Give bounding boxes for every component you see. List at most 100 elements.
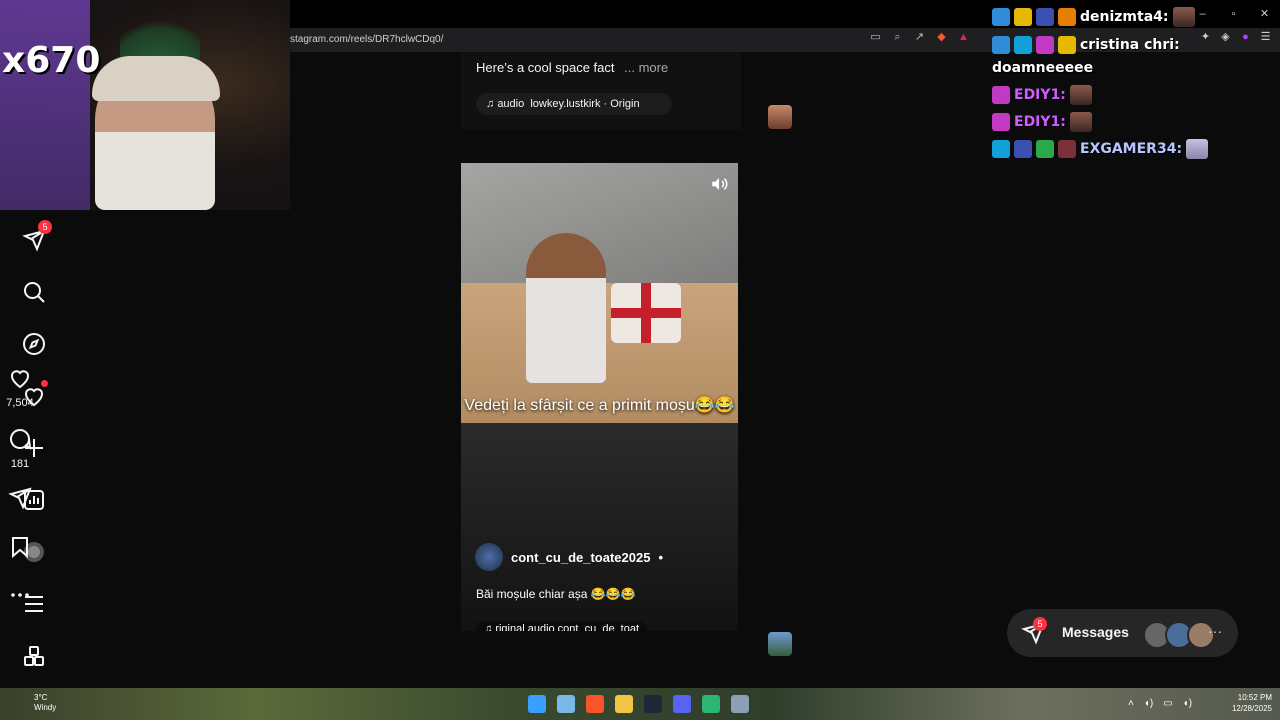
badge-icon xyxy=(992,86,1010,104)
clock-time: 10:52 PM xyxy=(1237,693,1272,702)
discord-icon[interactable] xyxy=(673,695,691,713)
comment-button[interactable]: 181 xyxy=(0,427,40,470)
share-icon[interactable]: ↗ xyxy=(913,31,926,44)
reel-audio[interactable]: ♫ riginal audio cont_cu_de_toat xyxy=(476,621,648,631)
screen-icon[interactable]: ▭ xyxy=(869,31,882,44)
messages-badge: 5 xyxy=(1033,617,1047,631)
caption-text: Here’s a cool space fact xyxy=(476,60,615,75)
brave-shield-icon[interactable]: ◆ xyxy=(935,31,948,44)
badge-icon xyxy=(1058,36,1076,54)
chat-username: EXGAMER34: xyxy=(1080,141,1183,157)
badge-icon xyxy=(992,36,1010,54)
sidebar-item-search[interactable] xyxy=(14,274,54,310)
previous-post-audio[interactable]: ♫ audio lowkey.lustkirk · Origin xyxy=(476,93,672,115)
notification-dot xyxy=(41,380,48,387)
ellipsis-icon xyxy=(11,593,29,597)
ellipsis-icon: ··· xyxy=(1208,623,1222,639)
folder-icon[interactable] xyxy=(615,695,633,713)
messages-avatars xyxy=(1143,621,1215,649)
video-pillow xyxy=(611,283,681,343)
like-count: 7,504 xyxy=(6,397,34,409)
desktop-icon[interactable] xyxy=(557,695,575,713)
chat-username: EDIY1: xyxy=(1014,114,1066,130)
steam-icon[interactable] xyxy=(644,695,662,713)
chat-line: EDIY1: xyxy=(992,111,1092,133)
audio-text: lowkey.lustkirk · Origin xyxy=(530,98,640,110)
badge-icon xyxy=(1036,36,1054,54)
weather-desc: Windy xyxy=(34,703,57,712)
badge-icon xyxy=(1036,8,1054,26)
close-button[interactable]: ✕ xyxy=(1249,0,1280,28)
author-separator: • xyxy=(658,549,664,565)
notification-badge: 5 xyxy=(38,220,52,234)
start-icon[interactable] xyxy=(528,695,546,713)
windows-taskbar: 3°C Windy ˄ ◖) ▭ ◖) 10:52 PM 12/28/2025 xyxy=(0,688,1280,720)
chevron-up-icon[interactable]: ˄ xyxy=(1128,698,1134,709)
save-button[interactable] xyxy=(0,535,40,564)
badge-icon xyxy=(1014,36,1032,54)
video-overlay-text: Vedeți la sfârșit ce a primit moșu😂😂 xyxy=(464,397,735,414)
emote xyxy=(1069,85,1092,105)
sidebar-item-apps[interactable] xyxy=(14,638,54,674)
volume-icon[interactable]: ◖) xyxy=(1183,698,1192,709)
reel-more-button[interactable] xyxy=(0,583,40,612)
chat-username: EDIY1: xyxy=(1014,87,1066,103)
speaker-icon[interactable]: ◖) xyxy=(1144,698,1153,709)
shield-icon[interactable]: ◈ xyxy=(1219,31,1232,44)
browser-icon[interactable] xyxy=(702,695,720,713)
emote xyxy=(1186,139,1209,159)
chat-username: denizmta4: xyxy=(1080,9,1169,25)
badge-icon xyxy=(1058,8,1076,26)
weather-widget[interactable]: 3°C Windy xyxy=(34,693,56,713)
address-bar[interactable]: stagram.com/reels/DR7hclwCDq0/ xyxy=(290,30,443,50)
vpn-icon[interactable]: ● xyxy=(1239,31,1252,44)
chat-message: doamneeeee xyxy=(992,60,1094,76)
audio-label: audio xyxy=(497,98,525,110)
webcam-overlay: x670 xyxy=(0,0,290,210)
reel-author[interactable]: cont_cu_de_toate2025 • xyxy=(475,543,663,571)
rewards-icon[interactable]: ▲ xyxy=(957,31,970,44)
apps-grid-icon xyxy=(24,646,44,666)
emote xyxy=(1172,7,1195,27)
system-tray: ˄ ◖) ▭ ◖) xyxy=(1128,698,1192,709)
chat-line: cristina chri: xyxy=(992,34,1180,56)
messages-button[interactable]: 5 Messages ··· xyxy=(1007,609,1238,657)
extension-icon[interactable]: ✦ xyxy=(1199,31,1212,44)
search-icon xyxy=(24,282,45,303)
brave-icon[interactable] xyxy=(586,695,604,713)
heart-icon xyxy=(11,370,29,389)
share-button[interactable] xyxy=(0,486,40,515)
maximize-button[interactable]: ▫ xyxy=(1218,0,1249,28)
extensions-bar: ✦ ◈ ● ☰ xyxy=(1199,31,1272,44)
reel-audio-text: riginal audio cont_cu_de_toat xyxy=(495,623,640,631)
chat-username: cristina chri: xyxy=(1080,37,1180,53)
sidebar-item-direct[interactable]: 5 xyxy=(14,220,54,258)
zoom-icon[interactable]: ⌕ xyxy=(891,31,904,44)
more-link[interactable]: ... more xyxy=(624,60,668,75)
emote xyxy=(1069,112,1092,132)
network-icon[interactable]: ▭ xyxy=(1163,698,1172,709)
mute-icon[interactable] xyxy=(710,175,728,193)
previous-post-caption: Here’s a cool space fact ... more xyxy=(476,60,668,75)
address-bar-icons: ▭ ⌕ ↗ ◆ ▲ xyxy=(869,31,970,44)
clock[interactable]: 10:52 PM 12/28/2025 xyxy=(1232,692,1272,714)
reel-audio-thumbnail[interactable] xyxy=(768,632,792,656)
sidebar-item-explore[interactable] xyxy=(14,326,54,362)
author-avatar[interactable] xyxy=(475,543,503,571)
bookmark-icon xyxy=(12,537,28,559)
send-icon xyxy=(8,487,32,510)
comment-count: 181 xyxy=(10,458,30,470)
badge-icon xyxy=(1058,140,1076,158)
reel-video[interactable]: Vedeți la sfârșit ce a primit moșu😂😂 con… xyxy=(461,163,738,631)
webcam-background xyxy=(0,0,90,210)
streamer-hat xyxy=(92,56,220,101)
menu-icon[interactable]: ☰ xyxy=(1259,31,1272,44)
messages-label: Messages xyxy=(1062,624,1129,640)
crown-icon xyxy=(1014,8,1032,26)
prev-audio-thumbnail[interactable] xyxy=(768,105,792,129)
calculator-icon[interactable] xyxy=(731,695,749,713)
chat-line: EDIY1: xyxy=(992,84,1092,106)
like-button[interactable]: 7,504 xyxy=(0,366,40,409)
badge-icon xyxy=(992,8,1010,26)
author-username[interactable]: cont_cu_de_toate2025 xyxy=(511,550,650,565)
